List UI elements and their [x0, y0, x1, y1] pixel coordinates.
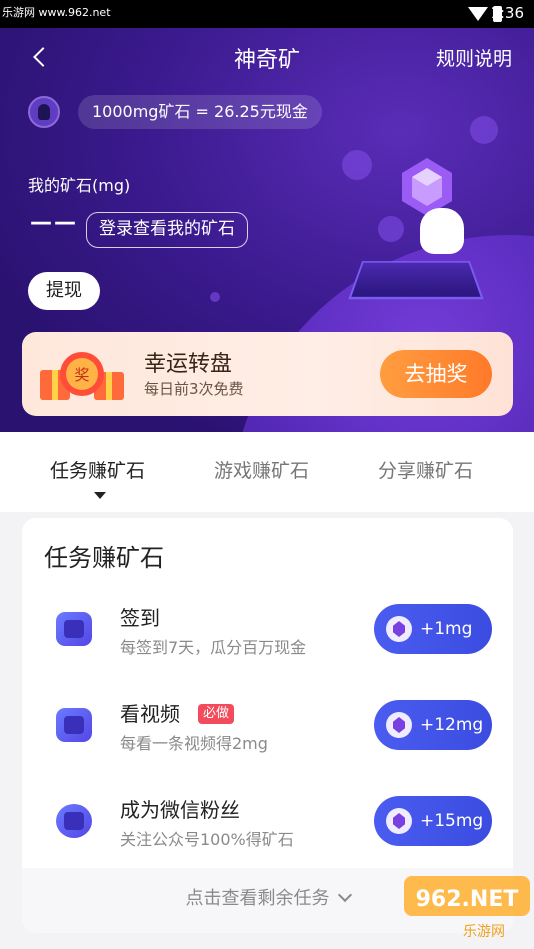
login-to-view-button[interactable]: 登录查看我的矿石 — [86, 212, 248, 248]
floating-gem-icon — [470, 116, 498, 144]
reward-button[interactable]: +15mg — [374, 796, 492, 846]
gem-icon — [386, 808, 412, 834]
task-desc: 关注公众号100%得矿石 — [120, 830, 294, 849]
card-title: 任务赚矿石 — [44, 544, 164, 572]
status-bar: 乐游网 www.962.net 1:36 — [0, 0, 534, 28]
my-ore-label: 我的矿石(mg) — [28, 176, 131, 195]
lucky-wheel-banner[interactable]: 奖 幸运转盘 每日前3次免费 去抽奖 — [22, 332, 513, 416]
withdraw-button[interactable]: 提现 — [28, 272, 100, 310]
task-desc: 每签到7天，瓜分百万现金 — [120, 638, 307, 657]
reward-button[interactable]: +1mg — [374, 604, 492, 654]
task-name: 看视频 — [120, 702, 180, 726]
task-name: 签到 — [120, 606, 160, 630]
calendar-icon — [56, 612, 92, 646]
video-icon — [56, 708, 92, 742]
task-name: 成为微信粉丝 — [120, 798, 240, 822]
task-desc: 每看一条视频得2mg — [120, 734, 268, 753]
gift-box-icon: 奖 — [40, 352, 124, 400]
tab-bar: 任务赚矿石 游戏赚矿石 分享赚矿石 — [0, 432, 534, 512]
reward-label: +15mg — [420, 811, 484, 831]
task-row: 看视频 必做 每看一条视频得2mg +12mg — [22, 690, 513, 770]
reward-label: +1mg — [420, 619, 473, 639]
watermark-text: 962.NET — [416, 887, 519, 912]
chevron-down-icon — [337, 887, 352, 903]
reward-button[interactable]: +12mg — [374, 700, 492, 750]
reward-label: +12mg — [420, 715, 484, 735]
wifi-icon — [468, 7, 488, 21]
lucky-wheel-subtitle: 每日前3次免费 — [144, 380, 244, 398]
lucky-wheel-title: 幸运转盘 — [144, 352, 233, 377]
my-ore-value: —— — [30, 210, 78, 235]
view-more-label: 点击查看剩余任务 — [185, 888, 330, 909]
site-watermark: 962.NET 乐游网 — [404, 876, 530, 940]
task-row: 签到 每签到7天，瓜分百万现金 +1mg — [22, 594, 513, 674]
pedestal-graphic — [348, 261, 484, 300]
task-row: 成为微信粉丝 关注公众号100%得矿石 +15mg — [22, 786, 513, 866]
gem-icon — [386, 616, 412, 642]
watermark-subtext: 乐游网 — [463, 924, 505, 940]
status-brand: 乐游网 www.962.net — [2, 6, 111, 19]
required-badge: 必做 — [198, 704, 235, 724]
draw-button[interactable]: 去抽奖 — [380, 350, 492, 398]
tab-share-earn[interactable]: 分享赚矿石 — [378, 456, 473, 483]
active-tab-indicator — [94, 492, 106, 499]
exchange-rate-pill: 1000mg矿石 = 26.25元现金 — [78, 95, 322, 129]
gift-label: 奖 — [74, 366, 89, 384]
tab-game-earn[interactable]: 游戏赚矿石 — [214, 456, 309, 483]
avatar-icon — [28, 96, 60, 128]
tap-hand-icon — [420, 208, 464, 254]
floating-gem-icon — [210, 292, 220, 302]
nav-bar: 神奇矿 规则说明 — [0, 28, 534, 84]
tab-task-earn[interactable]: 任务赚矿石 — [50, 456, 145, 483]
gem-icon — [386, 712, 412, 738]
rules-link[interactable]: 规则说明 — [436, 44, 512, 71]
status-time: 1:36 — [490, 4, 524, 22]
floating-gem-icon — [342, 150, 372, 180]
floating-gem-icon — [378, 216, 404, 242]
chat-icon — [56, 804, 92, 838]
